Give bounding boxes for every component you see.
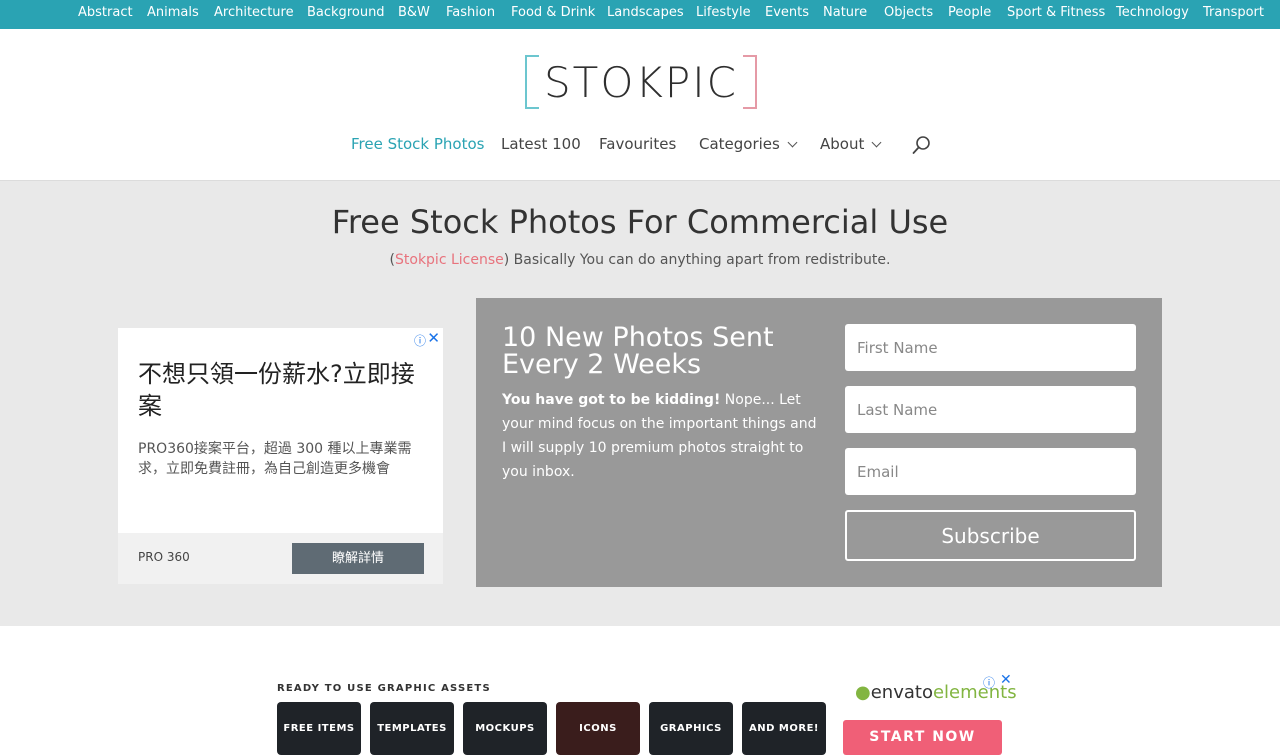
category-technology[interactable]: Technology — [1116, 5, 1189, 20]
nav-categories[interactable]: Categories — [699, 135, 798, 153]
ad-heading: READY TO USE GRAPHIC ASSETS — [277, 683, 491, 694]
ad-learn-more-button[interactable]: 瞭解詳情 — [292, 543, 424, 574]
start-now-button[interactable]: START NOW — [843, 720, 1002, 755]
ad-tile-free-items[interactable]: FREE ITEMS — [277, 702, 361, 755]
ad-tile-mockups[interactable]: MOCKUPS — [463, 702, 547, 755]
chevron-down-icon — [871, 137, 882, 148]
ad-footer: PRO 360 瞭解詳情 — [118, 533, 443, 584]
ad-brand: PRO 360 — [138, 550, 190, 564]
category-architecture[interactable]: Architecture — [214, 5, 294, 20]
newsletter-bold-text: You have got to be kidding! — [502, 392, 721, 408]
envato-brand: envato — [870, 682, 933, 703]
category-transport[interactable]: Transport — [1203, 5, 1264, 20]
category-fashion[interactable]: Fashion — [446, 5, 495, 20]
category-nature[interactable]: Nature — [823, 5, 867, 20]
ad-tile-graphics[interactable]: GRAPHICS — [649, 702, 733, 755]
nav-about-label: About — [820, 135, 865, 153]
site-header: STOKPIC Free Stock Photos Latest 100 Fav… — [0, 29, 1280, 181]
subscribe-button[interactable]: Subscribe — [845, 510, 1136, 561]
nav-free-stock-photos[interactable]: Free Stock Photos — [351, 135, 484, 153]
category-landscapes[interactable]: Landscapes — [607, 5, 684, 20]
category-food-drink[interactable]: Food & Drink — [511, 5, 595, 20]
ad-headline[interactable]: 不想只領一份薪水?立即接案 — [138, 358, 428, 422]
category-objects[interactable]: Objects — [884, 5, 933, 20]
category-events[interactable]: Events — [765, 5, 809, 20]
nav-about[interactable]: About — [820, 135, 882, 153]
adchoices-icon[interactable]: ⓘ — [983, 674, 995, 691]
site-logo[interactable]: STOKPIC — [525, 55, 757, 109]
ad-tile-icons[interactable]: ICONS — [556, 702, 640, 755]
email-field[interactable] — [845, 448, 1136, 495]
hero-sub-rest: ) Basically You can do anything apart fr… — [503, 252, 891, 268]
newsletter-title: 10 New Photos Sent Every 2 Weeks — [502, 322, 774, 380]
adchoices-icon[interactable]: ⓘ — [414, 332, 426, 349]
category-bar: Abstract Animals Architecture Background… — [0, 0, 1280, 29]
category-animals[interactable]: Animals — [147, 5, 199, 20]
envato-leaf-icon: ● — [855, 682, 871, 703]
chevron-down-icon — [787, 137, 798, 148]
hero-subtitle: (Stokpic License) Basically You can do a… — [0, 252, 1280, 268]
category-lifestyle[interactable]: Lifestyle — [696, 5, 751, 20]
search-icon[interactable] — [912, 135, 932, 155]
logo-text: STOKPIC — [544, 58, 738, 107]
hero-section: Free Stock Photos For Commercial Use (St… — [0, 181, 1280, 626]
newsletter-description: You have got to be kidding! Nope... Let … — [502, 388, 817, 484]
ad-close-icon[interactable]: ✕ — [427, 329, 440, 347]
ad-body-text: PRO360接案平台，超過 300 種以上專業需求，立即免費註冊，為自己創造更多… — [138, 441, 412, 477]
category-people[interactable]: People — [948, 5, 991, 20]
hero-title: Free Stock Photos For Commercial Use — [331, 203, 949, 241]
newsletter-signup: 10 New Photos Sent Every 2 Weeks You hav… — [476, 298, 1162, 587]
last-name-field[interactable] — [845, 386, 1136, 433]
first-name-field[interactable] — [845, 324, 1136, 371]
nav-latest-100[interactable]: Latest 100 — [501, 135, 581, 153]
nav-categories-label: Categories — [699, 135, 780, 153]
nav-favourites[interactable]: Favourites — [599, 135, 676, 153]
ad-tile-templates[interactable]: TEMPLATES — [370, 702, 454, 755]
ad-tile-and-more[interactable]: AND MORE! — [742, 702, 826, 755]
advertisement-envato[interactable]: READY TO USE GRAPHIC ASSETS FREE ITEMS T… — [270, 672, 1017, 755]
category-background[interactable]: Background — [307, 5, 385, 20]
category-abstract[interactable]: Abstract — [78, 5, 133, 20]
advertisement-pro360[interactable]: ⓘ ✕ 不想只領一份薪水?立即接案 PRO360接案平台，超過 300 種以上專… — [118, 328, 443, 584]
license-link[interactable]: Stokpic License — [395, 252, 504, 268]
category-sport-fitness[interactable]: Sport & Fitness — [1007, 5, 1105, 20]
ad-close-icon[interactable]: ✕ — [1000, 672, 1012, 688]
category-bw[interactable]: B&W — [398, 5, 430, 20]
